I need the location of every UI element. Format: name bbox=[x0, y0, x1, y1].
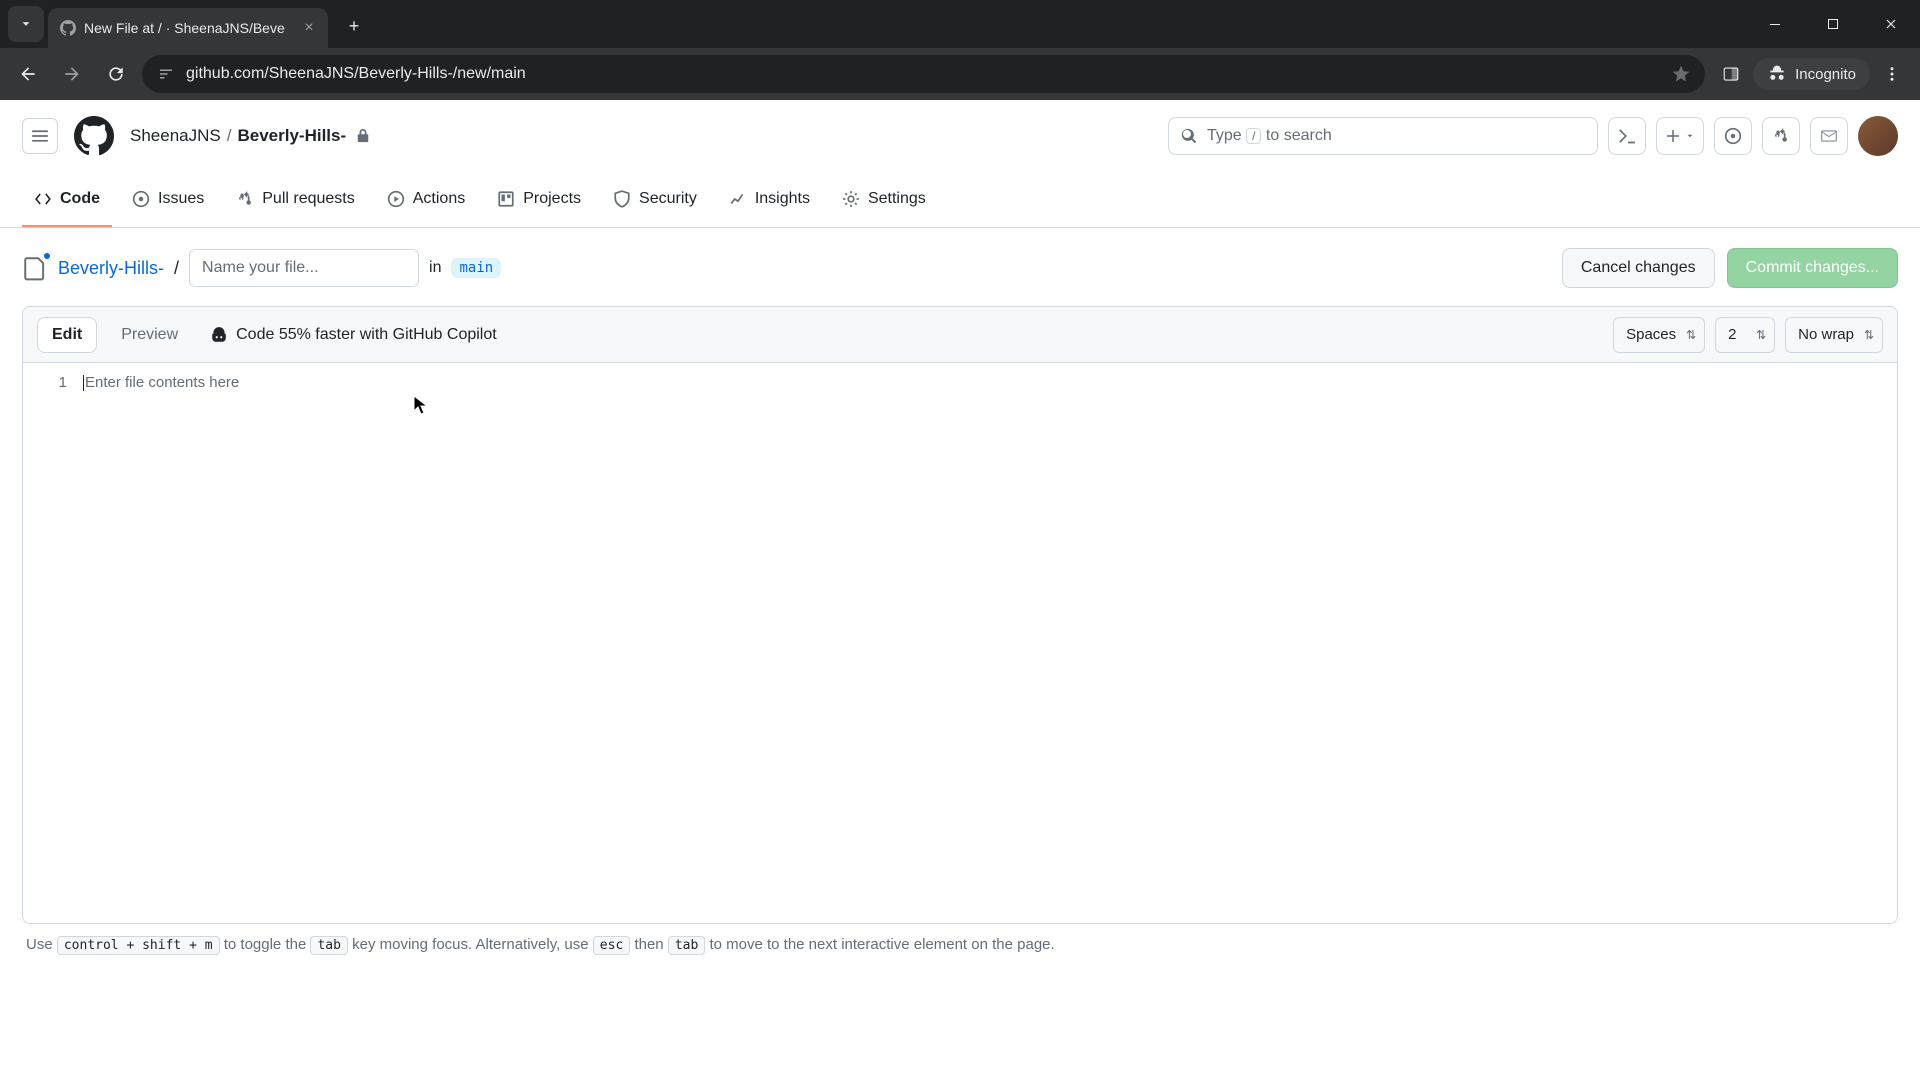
in-label: in bbox=[429, 259, 441, 277]
code-icon bbox=[34, 190, 52, 208]
graph-icon bbox=[729, 190, 747, 208]
new-tab-button[interactable]: + bbox=[338, 10, 370, 42]
back-button[interactable] bbox=[10, 56, 46, 92]
tab-security[interactable]: Security bbox=[601, 172, 709, 227]
browser-tab[interactable]: New File at / · SheenaJNS/Beve × bbox=[48, 8, 328, 48]
indent-size-select[interactable]: 2 bbox=[1715, 317, 1775, 353]
filename-input[interactable] bbox=[189, 249, 419, 287]
menu-button[interactable] bbox=[22, 118, 58, 154]
line-number: 1 bbox=[23, 373, 67, 393]
wrap-mode-select[interactable]: No wrap bbox=[1785, 317, 1883, 353]
copilot-icon bbox=[210, 326, 228, 344]
window-minimize-button[interactable] bbox=[1746, 0, 1804, 48]
search-icon bbox=[1181, 128, 1197, 144]
github-logo-icon[interactable] bbox=[74, 116, 114, 156]
issue-icon bbox=[132, 190, 150, 208]
forward-button[interactable] bbox=[54, 56, 90, 92]
pull-request-icon bbox=[236, 190, 254, 208]
window-close-button[interactable] bbox=[1862, 0, 1920, 48]
search-placeholder: Type / to search bbox=[1207, 127, 1332, 145]
browser-menu-icon[interactable] bbox=[1874, 56, 1910, 92]
lock-icon bbox=[356, 129, 370, 143]
editor-placeholder: Enter file contents here bbox=[85, 374, 239, 391]
indent-mode-select[interactable]: Spaces bbox=[1613, 317, 1705, 353]
reload-button[interactable] bbox=[98, 56, 134, 92]
cancel-button[interactable]: Cancel changes bbox=[1562, 248, 1715, 288]
incognito-label: Incognito bbox=[1795, 66, 1856, 83]
incognito-badge[interactable]: Incognito bbox=[1753, 58, 1870, 90]
copilot-hint[interactable]: Code 55% faster with GitHub Copilot bbox=[210, 326, 497, 344]
url-field[interactable]: github.com/SheenaJNS/Beverly-Hills-/new/… bbox=[142, 55, 1705, 93]
pulls-global-button[interactable] bbox=[1762, 117, 1800, 155]
tab-settings[interactable]: Settings bbox=[830, 172, 938, 227]
bookmark-icon[interactable] bbox=[1671, 64, 1691, 84]
url-text: github.com/SheenaJNS/Beverly-Hills-/new/… bbox=[186, 65, 1661, 83]
incognito-icon bbox=[1767, 64, 1787, 84]
command-palette-button[interactable] bbox=[1608, 117, 1646, 155]
shield-icon bbox=[613, 190, 631, 208]
breadcrumb: SheenaJNS / Beverly-Hills- bbox=[130, 126, 370, 146]
issues-global-button[interactable] bbox=[1714, 117, 1752, 155]
editor-box: Edit Preview Code 55% faster with GitHub… bbox=[22, 306, 1898, 924]
browser-tab-strip: New File at / · SheenaJNS/Beve × + bbox=[0, 0, 1920, 48]
tab-title: New File at / · SheenaJNS/Beve bbox=[84, 20, 292, 36]
edit-tab[interactable]: Edit bbox=[37, 317, 97, 353]
owner-link[interactable]: SheenaJNS bbox=[130, 126, 221, 146]
tab-search-button[interactable] bbox=[8, 6, 44, 42]
play-icon bbox=[387, 190, 405, 208]
repo-root-link[interactable]: Beverly-Hills- bbox=[58, 258, 164, 279]
notifications-button[interactable] bbox=[1810, 117, 1848, 155]
tab-actions[interactable]: Actions bbox=[375, 172, 477, 227]
mouse-cursor-icon bbox=[413, 395, 429, 417]
browser-address-bar: github.com/SheenaJNS/Beverly-Hills-/new/… bbox=[0, 48, 1920, 100]
tab-projects[interactable]: Projects bbox=[485, 172, 593, 227]
gear-icon bbox=[842, 190, 860, 208]
site-info-icon[interactable] bbox=[156, 64, 176, 84]
tab-insights[interactable]: Insights bbox=[717, 172, 822, 227]
window-maximize-button[interactable] bbox=[1804, 0, 1862, 48]
code-editor[interactable]: 1 Enter file contents here bbox=[23, 363, 1897, 923]
file-path-row: Beverly-Hills- / in main Cancel changes … bbox=[22, 248, 1898, 288]
tab-close-icon[interactable]: × bbox=[300, 19, 318, 37]
avatar[interactable] bbox=[1858, 116, 1898, 156]
line-gutter: 1 bbox=[23, 363, 83, 923]
keyboard-hint: Use control + shift + m to toggle the ta… bbox=[22, 924, 1898, 965]
branch-badge[interactable]: main bbox=[451, 258, 501, 278]
repo-nav: Code Issues Pull requests Actions Projec… bbox=[0, 172, 1920, 228]
tab-code[interactable]: Code bbox=[22, 172, 112, 227]
project-icon bbox=[497, 190, 515, 208]
side-panel-icon[interactable] bbox=[1713, 56, 1749, 92]
file-changed-icon bbox=[22, 255, 48, 281]
tab-issues[interactable]: Issues bbox=[120, 172, 216, 227]
create-new-button[interactable] bbox=[1656, 117, 1704, 155]
repo-link[interactable]: Beverly-Hills- bbox=[237, 126, 346, 146]
search-input[interactable]: Type / to search bbox=[1168, 117, 1598, 155]
tab-pull-requests[interactable]: Pull requests bbox=[224, 172, 367, 227]
github-header: SheenaJNS / Beverly-Hills- Type / to sea… bbox=[0, 100, 1920, 172]
commit-button[interactable]: Commit changes... bbox=[1727, 248, 1898, 288]
preview-tab[interactable]: Preview bbox=[107, 318, 192, 352]
editor-tabs: Edit Preview Code 55% faster with GitHub… bbox=[23, 307, 1897, 363]
github-favicon-icon bbox=[60, 20, 76, 36]
